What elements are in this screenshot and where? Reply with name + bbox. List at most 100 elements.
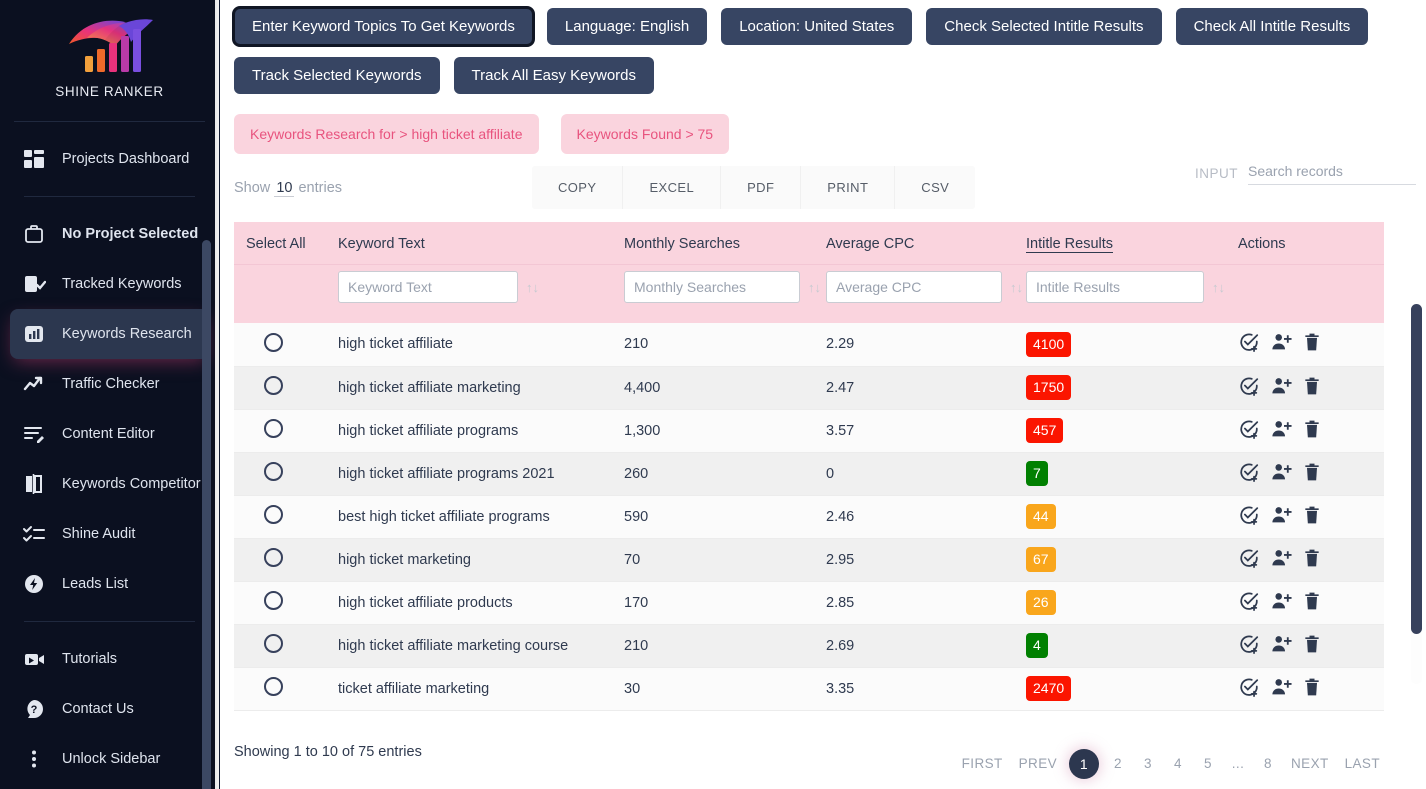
track-keyword-icon[interactable] — [1238, 633, 1260, 659]
pagination-page-1[interactable]: 1 — [1069, 748, 1100, 779]
enter-keyword-topics-button[interactable]: Enter Keyword Topics To Get Keywords — [232, 6, 535, 47]
table-row[interactable]: ticket affiliate marketing 30 3.35 2470 — [234, 667, 1384, 711]
sidebar-scrollbar-thumb[interactable] — [202, 240, 211, 789]
sidebar-item-keywords-research[interactable]: Keywords Research — [10, 309, 209, 359]
entries-per-page-select[interactable]: 10 — [274, 180, 295, 197]
delete-icon[interactable] — [1302, 634, 1322, 658]
sidebar-item-projects-dashboard[interactable]: Projects Dashboard — [10, 134, 209, 184]
delete-icon[interactable] — [1302, 548, 1322, 572]
radio-unchecked-icon[interactable] — [264, 548, 283, 567]
table-row[interactable]: best high ticket affiliate programs 590 2.… — [234, 495, 1384, 539]
sort-toggle-keyword-text-icon[interactable]: ↑↓ — [526, 281, 539, 294]
track-keyword-icon[interactable] — [1238, 590, 1260, 616]
sidebar-item-keywords-competitor[interactable]: Keywords Competitor — [10, 459, 209, 509]
add-user-icon[interactable] — [1270, 418, 1292, 444]
sidebar-item-tutorials[interactable]: Tutorials — [10, 634, 209, 684]
copy-button[interactable]: COPY — [532, 166, 624, 209]
track-keyword-icon[interactable] — [1238, 331, 1260, 357]
table-row[interactable]: high ticket affiliate programs 1,300 3.57 4… — [234, 409, 1384, 453]
pagination-page-2[interactable]: 2 — [1103, 750, 1133, 777]
pagination-next[interactable]: NEXT — [1283, 750, 1337, 777]
delete-icon[interactable] — [1302, 419, 1322, 443]
column-header-average-cpc[interactable]: Average CPC — [826, 222, 1026, 265]
print-button[interactable]: PRINT — [801, 166, 896, 209]
add-user-icon[interactable] — [1270, 547, 1292, 573]
radio-unchecked-icon[interactable] — [264, 591, 283, 610]
column-header-intitle-results[interactable]: Intitle Results — [1026, 222, 1238, 265]
csv-button[interactable]: CSV — [895, 166, 976, 209]
column-header-monthly-searches[interactable]: Monthly Searches — [624, 222, 826, 265]
sidebar-item-unlock-sidebar[interactable]: Unlock Sidebar — [10, 734, 209, 784]
column-header-keyword-text[interactable]: Keyword Text — [326, 222, 624, 265]
add-user-icon[interactable] — [1270, 375, 1292, 401]
location-button[interactable]: Location: United States — [721, 8, 913, 45]
sidebar-item-no-project-selected[interactable]: No Project Selected — [10, 209, 209, 259]
pagination-first[interactable]: FIRST — [954, 750, 1011, 777]
pagination-page-8[interactable]: 8 — [1253, 750, 1283, 777]
filter-keyword-text-input[interactable] — [338, 271, 518, 303]
radio-unchecked-icon[interactable] — [264, 332, 283, 352]
add-user-icon[interactable] — [1270, 504, 1292, 530]
track-keyword-icon[interactable] — [1238, 418, 1260, 444]
pagination-page-5[interactable]: 5 — [1193, 750, 1223, 777]
delete-icon[interactable] — [1302, 591, 1322, 615]
radio-unchecked-icon[interactable] — [264, 462, 283, 481]
table-row[interactable]: high ticket affiliate marketing course 21… — [234, 624, 1384, 668]
delete-icon[interactable] — [1302, 462, 1322, 486]
radio-unchecked-icon[interactable] — [264, 419, 283, 438]
table-scrollbar-thumb[interactable] — [1411, 304, 1422, 634]
language-button[interactable]: Language: English — [546, 8, 708, 45]
sidebar-scrollbar[interactable] — [202, 120, 215, 789]
table-row[interactable]: high ticket affiliate marketing 4,400 2.47… — [234, 366, 1384, 410]
track-selected-keywords-button[interactable]: Track Selected Keywords — [234, 57, 440, 94]
search-records-input[interactable] — [1248, 160, 1416, 185]
check-selected-intitle-results-button[interactable]: Check Selected Intitle Results — [926, 8, 1162, 45]
sort-toggle-intitle-results-icon[interactable]: ↑↓ — [1212, 281, 1225, 294]
delete-icon[interactable] — [1302, 376, 1322, 400]
pdf-button[interactable]: PDF — [721, 166, 802, 209]
table-scrollbar[interactable] — [1411, 304, 1422, 684]
sidebar-item-content-editor[interactable]: Content Editor — [10, 409, 209, 459]
radio-unchecked-icon[interactable] — [264, 376, 283, 395]
pagination-prev[interactable]: PREV — [1011, 750, 1065, 777]
add-user-icon[interactable] — [1270, 461, 1292, 487]
filter-monthly-searches-input[interactable] — [624, 271, 800, 303]
sort-toggle-average-cpc-icon[interactable]: ↑↓ — [1010, 281, 1023, 294]
sort-toggle-monthly-searches-icon[interactable]: ↑↓ — [808, 281, 821, 294]
delete-icon[interactable] — [1302, 677, 1322, 701]
track-keyword-icon[interactable] — [1238, 504, 1260, 530]
sidebar-item-traffic-checker[interactable]: Traffic Checker — [10, 359, 209, 409]
track-keyword-icon[interactable] — [1238, 461, 1260, 487]
table-row[interactable]: high ticket affiliate products 170 2.85 26 — [234, 581, 1384, 625]
track-all-easy-keywords-button[interactable]: Track All Easy Keywords — [453, 57, 655, 94]
track-keyword-icon[interactable] — [1238, 676, 1260, 702]
sidebar-item-leads-list[interactable]: Leads List — [10, 559, 209, 609]
pagination-page-3[interactable]: 3 — [1133, 750, 1163, 777]
table-row[interactable]: high ticket marketing 70 2.95 67 — [234, 538, 1384, 582]
filter-intitle-results-input[interactable] — [1026, 271, 1204, 303]
table-row[interactable]: high ticket affiliate programs 2021 260 0 7 — [234, 452, 1384, 496]
table-row[interactable]: high ticket affiliate 210 2.29 4100 — [234, 323, 1384, 367]
check-all-intitle-results-button[interactable]: Check All Intitle Results — [1175, 8, 1369, 45]
pagination-page-4[interactable]: 4 — [1163, 750, 1193, 777]
add-user-icon[interactable] — [1270, 331, 1292, 357]
add-user-icon[interactable] — [1270, 633, 1292, 659]
sidebar-nav: Projects Dashboard No Project Selected T… — [0, 134, 219, 784]
delete-icon[interactable] — [1302, 332, 1322, 356]
sidebar-item-tracked-keywords[interactable]: Tracked Keywords — [10, 259, 209, 309]
radio-unchecked-icon[interactable] — [264, 634, 283, 653]
column-header-select-all[interactable]: Select All — [234, 222, 326, 265]
track-keyword-icon[interactable] — [1238, 375, 1260, 401]
radio-unchecked-icon[interactable] — [264, 677, 283, 696]
sidebar-item-shine-audit[interactable]: Shine Audit — [10, 509, 209, 559]
cell-average-cpc: 2.85 — [826, 581, 1026, 625]
filter-average-cpc-input[interactable] — [826, 271, 1002, 303]
delete-icon[interactable] — [1302, 505, 1322, 529]
sidebar-item-contact-us[interactable]: ? Contact Us — [10, 684, 209, 734]
excel-button[interactable]: EXCEL — [623, 166, 722, 209]
add-user-icon[interactable] — [1270, 676, 1292, 702]
pagination-last[interactable]: LAST — [1337, 750, 1388, 777]
radio-unchecked-icon[interactable] — [264, 505, 283, 524]
add-user-icon[interactable] — [1270, 590, 1292, 616]
track-keyword-icon[interactable] — [1238, 547, 1260, 573]
